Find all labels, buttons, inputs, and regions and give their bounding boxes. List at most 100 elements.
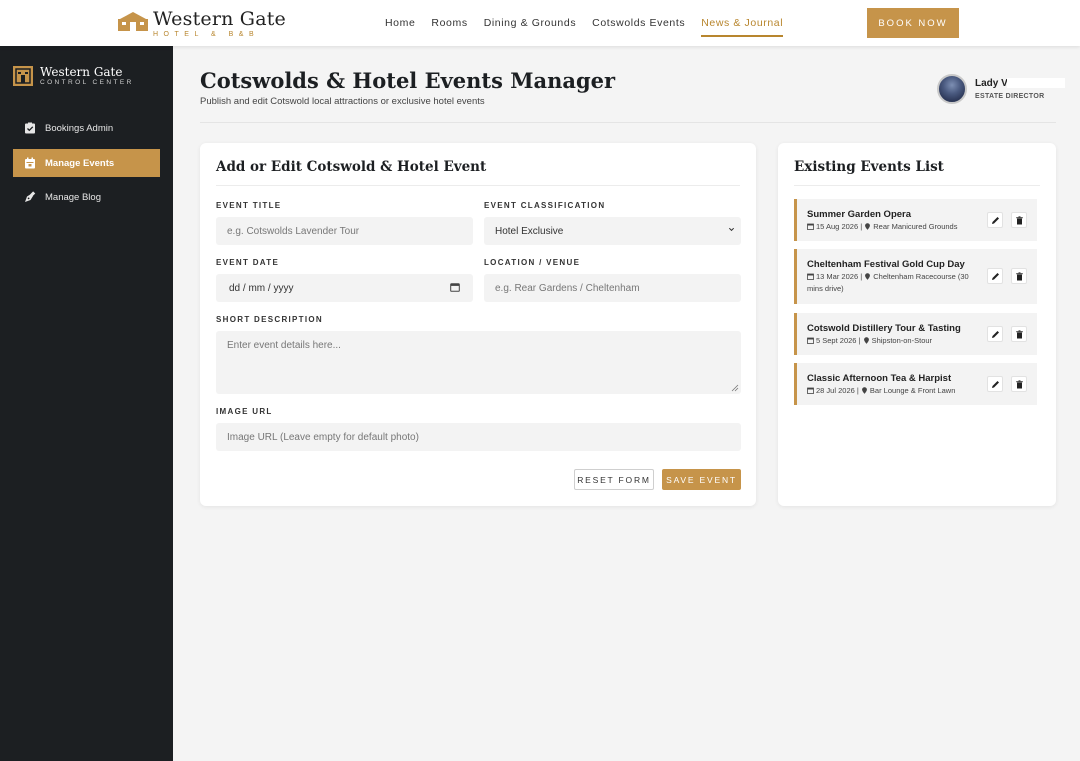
event-name: Classic Afternoon Tea & Harpist xyxy=(807,373,952,384)
hotel-emblem-icon xyxy=(13,66,33,86)
hotel-emblem-icon xyxy=(118,12,148,31)
sidebar-item-manage-blog[interactable]: Manage Blog xyxy=(13,183,160,211)
event-meta: 15 Aug 2026 | Rear Manicured Grounds xyxy=(807,221,985,233)
profile-role: ESTATE DIRECTOR xyxy=(975,93,1045,100)
pen-nib-icon xyxy=(25,191,36,202)
brand-name: Western Gate xyxy=(153,8,286,30)
events-list-divider xyxy=(794,185,1040,186)
profile-name: Lady V xyxy=(975,78,1008,89)
event-meta: 5 Sept 2026 | Shipston-on-Stour xyxy=(807,335,985,347)
delete-event-button[interactable] xyxy=(1011,376,1027,392)
map-pin-icon xyxy=(863,337,869,344)
events-list-title: Existing Events List xyxy=(794,159,944,175)
event-name: Summer Garden Opera xyxy=(807,209,912,220)
event-classification-label: EVENT CLASSIFICATION xyxy=(484,201,606,210)
list-item: Classic Afternoon Tea & Harpist 28 Jul 2… xyxy=(794,363,1037,405)
trash-icon xyxy=(1015,271,1023,280)
event-meta: 28 Jul 2026 | Bar Lounge & Front Lawn xyxy=(807,385,985,397)
header-divider xyxy=(200,122,1056,123)
sidebar-item-label: Bookings Admin xyxy=(45,122,114,134)
calendar-icon xyxy=(807,273,814,280)
event-classification-select[interactable]: Hotel Exclusive xyxy=(484,217,741,245)
image-url-label: IMAGE URL xyxy=(216,407,273,416)
save-event-button[interactable]: SAVE EVENT xyxy=(662,469,741,490)
clipboard-check-icon xyxy=(25,122,35,134)
event-location: Shipston-on-Stour xyxy=(871,336,933,345)
sidebar-item-bookings-admin[interactable]: Bookings Admin xyxy=(13,114,160,142)
sidebar-item-label: Manage Events xyxy=(45,157,115,169)
nav-link-rooms[interactable]: Rooms xyxy=(431,17,467,37)
brand-tagline: HOTEL & B&B xyxy=(153,31,260,38)
page-title: Cotswolds & Hotel Events Manager xyxy=(200,68,616,93)
event-classification-value: Hotel Exclusive xyxy=(495,225,564,237)
edit-event-button[interactable] xyxy=(987,326,1003,342)
calendar-icon xyxy=(807,387,814,394)
chevron-down-icon xyxy=(728,227,735,232)
location-label: LOCATION / VENUE xyxy=(484,258,581,267)
pencil-icon xyxy=(991,272,999,280)
calendar-icon xyxy=(807,223,814,230)
map-pin-icon xyxy=(862,387,867,394)
nav-link-events[interactable]: Cotswolds Events xyxy=(592,17,685,37)
book-now-button[interactable]: BOOK NOW xyxy=(867,8,959,38)
event-name: Cotswold Distillery Tour & Tasting xyxy=(807,323,961,334)
pencil-icon xyxy=(991,216,999,224)
event-date-label: EVENT DATE xyxy=(216,258,280,267)
sidebar-brand-sub: CONTROL CENTER xyxy=(40,79,134,86)
sidebar-brand-name: Western Gate xyxy=(40,65,123,79)
event-date: 15 Aug 2026 xyxy=(816,222,859,231)
trash-icon xyxy=(1015,329,1023,338)
form-title-divider xyxy=(216,185,740,186)
map-pin-icon xyxy=(865,273,871,280)
description-label: SHORT DESCRIPTION xyxy=(216,315,323,324)
edit-event-button[interactable] xyxy=(987,376,1003,392)
avatar xyxy=(937,74,967,104)
event-date: 13 Mar 2026 xyxy=(816,272,859,281)
event-title-label: EVENT TITLE xyxy=(216,201,282,210)
pencil-icon xyxy=(991,330,999,338)
nav-link-dining[interactable]: Dining & Grounds xyxy=(484,17,576,37)
description-textarea[interactable]: Enter event details here... xyxy=(216,331,741,394)
resize-grip-icon[interactable] xyxy=(731,384,739,392)
delete-event-button[interactable] xyxy=(1011,326,1027,342)
trash-icon xyxy=(1015,215,1023,224)
events-list-card: Existing Events List Summer Garden Opera… xyxy=(778,143,1056,506)
list-item: Cheltenham Festival Gold Cup Day 13 Mar … xyxy=(794,249,1037,304)
event-title-input[interactable]: e.g. Cotswolds Lavender Tour xyxy=(216,217,473,245)
calendar-icon xyxy=(25,157,35,169)
edit-event-button[interactable] xyxy=(987,268,1003,284)
delete-event-button[interactable] xyxy=(1011,268,1027,284)
calendar-picker-icon[interactable] xyxy=(450,282,460,292)
event-name: Cheltenham Festival Gold Cup Day xyxy=(807,259,965,270)
event-location: Rear Manicured Grounds xyxy=(873,222,958,231)
sidebar-item-label: Manage Blog xyxy=(45,191,101,203)
event-date: 28 Jul 2026 xyxy=(816,386,855,395)
top-navbar: Western Gate HOTEL & B&B Home Rooms Dini… xyxy=(0,0,1080,46)
event-form-card: Add or Edit Cotswold & Hotel Event EVENT… xyxy=(200,143,756,506)
reset-form-button[interactable]: RESET FORM xyxy=(574,469,654,490)
calendar-icon xyxy=(807,337,814,344)
list-item: Cotswold Distillery Tour & Tasting 5 Sep… xyxy=(794,313,1037,355)
event-date-placeholder: dd / mm / yyyy xyxy=(229,282,294,294)
location-input[interactable]: e.g. Rear Gardens / Cheltenham xyxy=(484,274,741,302)
event-meta: 13 Mar 2026 | Cheltenham Racecourse (30 … xyxy=(807,272,969,293)
event-date-input[interactable]: dd / mm / yyyy xyxy=(216,274,473,302)
list-item: Summer Garden Opera 15 Aug 2026 | Rear M… xyxy=(794,199,1037,241)
edit-event-button[interactable] xyxy=(987,212,1003,228)
nav-link-news[interactable]: News & Journal xyxy=(701,17,784,37)
admin-sidebar: Western Gate CONTROL CENTER Bookings Adm… xyxy=(0,46,173,761)
page-subtitle: Publish and edit Cotswold local attracti… xyxy=(200,96,485,107)
delete-event-button[interactable] xyxy=(1011,212,1027,228)
pencil-icon xyxy=(991,380,999,388)
image-url-input[interactable]: Image URL (Leave empty for default photo… xyxy=(216,423,741,451)
nav-link-home[interactable]: Home xyxy=(385,17,415,37)
form-title: Add or Edit Cotswold & Hotel Event xyxy=(216,159,487,175)
trash-icon xyxy=(1015,379,1023,388)
event-location: Bar Lounge & Front Lawn xyxy=(869,386,956,395)
sidebar-item-manage-events[interactable]: Manage Events xyxy=(13,149,160,177)
event-date: 5 Sept 2026 xyxy=(816,336,857,345)
map-pin-icon xyxy=(865,223,871,230)
description-placeholder: Enter event details here... xyxy=(227,340,341,351)
redaction-bar xyxy=(1007,78,1065,88)
nav-links: Home Rooms Dining & Grounds Cotswolds Ev… xyxy=(385,17,799,37)
